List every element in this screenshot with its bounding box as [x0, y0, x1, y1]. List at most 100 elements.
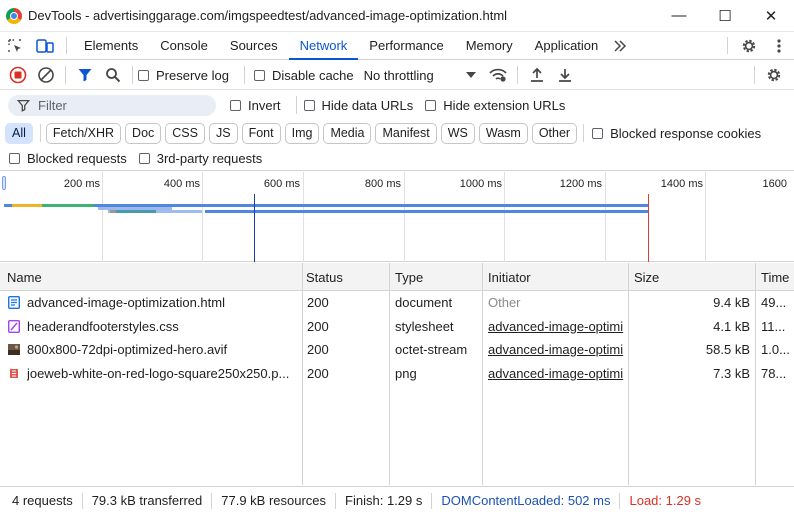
blocked-response-cookies-label: Blocked response cookies	[610, 125, 762, 141]
network-overview-timeline[interactable]: 200 ms 400 ms 600 ms 800 ms 1000 ms 1200…	[0, 172, 794, 262]
stop-recording-icon[interactable]	[4, 61, 32, 89]
invert-checkbox[interactable]: Invert	[230, 98, 281, 113]
type-filter-media[interactable]: Media	[323, 122, 372, 144]
maximize-button[interactable]: ☐	[702, 0, 748, 32]
type-filter-ws[interactable]: WS	[440, 122, 475, 144]
request-time: 78...	[761, 365, 787, 381]
device-toolbar-icon[interactable]	[30, 32, 60, 59]
network-conditions-wifi-icon[interactable]	[484, 61, 512, 89]
overview-bar-avif-long	[205, 210, 648, 213]
network-request-table: Name Status Type Initiator Size Time adv…	[0, 263, 794, 485]
request-initiator-link[interactable]: advanced-image-optimi	[488, 319, 626, 334]
close-button[interactable]: ✕	[748, 0, 794, 32]
tab-sources[interactable]: Sources	[219, 32, 289, 59]
tab-memory[interactable]: Memory	[455, 32, 524, 59]
devtools-tabbar: Elements Console Sources Network Perform…	[0, 32, 794, 60]
checkbox-box[interactable]	[253, 69, 265, 81]
toolbar-separator	[754, 66, 755, 84]
tab-performance[interactable]: Performance	[358, 32, 454, 59]
overview-gridline	[102, 172, 103, 262]
disable-cache-checkbox[interactable]: Disable cache	[253, 68, 354, 83]
request-initiator-link[interactable]: advanced-image-optimi	[488, 366, 626, 381]
checkbox-box[interactable]	[138, 69, 149, 81]
overview-tick-label: 1200 ms	[559, 178, 602, 190]
hide-data-urls-checkbox[interactable]: Hide data URLs	[303, 98, 413, 113]
table-row[interactable]: 800x800-72dpi-optimized-hero.avif 200 oc…	[0, 338, 794, 362]
checkbox-box[interactable]	[303, 99, 315, 111]
throttling-select[interactable]: No throttling	[364, 68, 476, 83]
column-header-type[interactable]: Type	[395, 270, 423, 285]
type-filter-js[interactable]: JS	[208, 122, 238, 144]
overview-gridline	[504, 172, 505, 262]
minimize-button[interactable]: —	[656, 0, 702, 32]
network-settings-gear-icon[interactable]	[760, 61, 788, 89]
type-filter-fetch-xhr[interactable]: Fetch/XHR	[45, 122, 122, 144]
table-header: Name Status Type Initiator Size Time	[0, 263, 794, 291]
blocked-requests-checkbox[interactable]: Blocked requests	[9, 151, 127, 166]
filter-funnel-icon[interactable]	[71, 61, 99, 89]
type-filter-font[interactable]: Font	[241, 122, 281, 144]
request-size: 7.3 kB	[713, 365, 750, 381]
tab-application[interactable]: Application	[524, 32, 610, 59]
checkbox-box[interactable]	[425, 99, 437, 111]
search-icon[interactable]	[99, 61, 127, 89]
network-toolbar: Preserve log Disable cache No throttling	[0, 61, 794, 90]
tab-separator-right	[727, 37, 728, 54]
third-party-requests-checkbox[interactable]: 3rd-party requests	[138, 151, 263, 166]
load-event-marker	[648, 194, 649, 262]
request-initiator: Other	[488, 295, 521, 310]
overview-tick-label: 200 ms	[63, 178, 100, 190]
column-header-size[interactable]: Size	[634, 270, 659, 285]
type-filter-other[interactable]: Other	[531, 122, 578, 144]
overview-tick-label: 400 ms	[163, 178, 200, 190]
invert-label: Invert	[248, 97, 281, 113]
checkbox-box[interactable]	[230, 99, 241, 111]
tab-console[interactable]: Console	[149, 32, 219, 59]
hide-extension-urls-checkbox[interactable]: Hide extension URLs	[425, 98, 565, 113]
inspect-element-icon[interactable]	[0, 32, 30, 59]
column-header-name[interactable]: Name	[7, 270, 42, 285]
table-row[interactable]: advanced-image-optimization.html 200 doc…	[0, 291, 794, 315]
type-filter-img[interactable]: Img	[284, 122, 320, 144]
request-name[interactable]: advanced-image-optimization.html	[27, 295, 299, 310]
tab-network[interactable]: Network	[288, 32, 359, 60]
request-time: 49...	[761, 295, 787, 310]
document-icon	[8, 296, 20, 309]
type-filter-manifest[interactable]: Manifest	[375, 122, 437, 144]
stylesheet-icon	[8, 319, 20, 333]
import-har-upload-icon[interactable]	[523, 61, 551, 89]
overview-left-handle[interactable]	[2, 176, 6, 190]
checkbox-box[interactable]	[9, 153, 20, 164]
more-tabs-chevron-icon[interactable]	[609, 32, 631, 59]
type-filter-css[interactable]: CSS	[165, 122, 205, 144]
tab-elements[interactable]: Elements	[73, 32, 149, 59]
request-initiator-link[interactable]: advanced-image-optimi	[488, 342, 626, 357]
blocked-response-cookies-checkbox[interactable]: Blocked response cookies	[592, 126, 761, 141]
settings-gear-icon[interactable]	[734, 32, 764, 59]
preserve-log-checkbox[interactable]: Preserve log	[138, 68, 229, 83]
request-name[interactable]: headerandfooterstyles.css	[27, 319, 299, 334]
request-type: png	[395, 365, 417, 381]
window-titlebar: DevTools - advertisinggarage.com/imgspee…	[0, 0, 794, 32]
more-options-kebab-icon[interactable]	[764, 32, 794, 59]
checkbox-box[interactable]	[138, 153, 150, 164]
status-request-count: 4 requests	[12, 493, 73, 508]
table-row[interactable]: joeweb-white-on-red-logo-square250x250.p…	[0, 362, 794, 386]
type-filter-all[interactable]: All	[5, 122, 33, 144]
column-header-status[interactable]: Status	[306, 270, 343, 285]
export-har-download-icon[interactable]	[551, 61, 579, 89]
third-party-requests-label: 3rd-party requests	[156, 151, 263, 166]
type-filter-doc[interactable]: Doc	[125, 122, 162, 144]
checkbox-box[interactable]	[592, 127, 604, 139]
type-filter-wasm[interactable]: Wasm	[478, 122, 528, 144]
type-filter-separator	[39, 124, 41, 142]
request-name[interactable]: joeweb-white-on-red-logo-square250x250.p…	[27, 366, 299, 381]
clear-icon[interactable]	[32, 61, 60, 89]
column-header-initiator[interactable]: Initiator	[488, 270, 531, 285]
overview-tick-label: 1600	[762, 178, 787, 190]
overview-bar-html-waiting	[42, 204, 94, 207]
filter-input[interactable]: Filter	[8, 94, 216, 116]
table-row[interactable]: headerandfooterstyles.css 200 stylesheet…	[0, 315, 794, 339]
column-header-time[interactable]: Time	[761, 270, 789, 285]
request-name[interactable]: 800x800-72dpi-optimized-hero.avif	[27, 342, 299, 357]
